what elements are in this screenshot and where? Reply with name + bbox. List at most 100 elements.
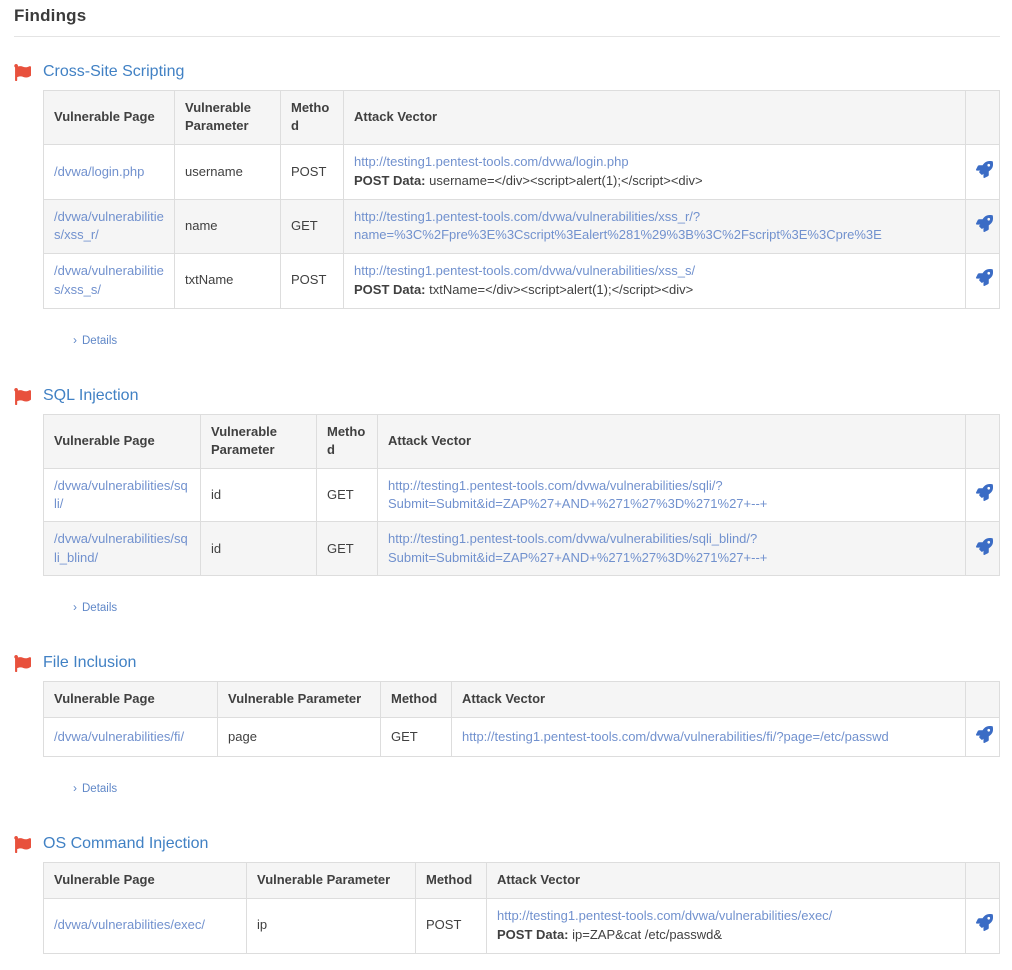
finding-section-xss: Cross-Site Scripting Vulnerable Page Vul… bbox=[14, 63, 1000, 361]
vulnerable-parameter: txtName bbox=[175, 253, 281, 308]
method: GET bbox=[381, 717, 452, 756]
col-header-vulnerable-parameter: Vulnerable Parameter bbox=[247, 863, 416, 898]
findings-table-file-inclusion: Vulnerable Page Vulnerable Parameter Met… bbox=[43, 681, 1000, 757]
col-header-vulnerable-page: Vulnerable Page bbox=[44, 863, 247, 898]
col-header-attack-vector: Attack Vector bbox=[452, 682, 966, 717]
attack-vector-link[interactable]: http://testing1.pentest-tools.com/dvwa/v… bbox=[497, 908, 832, 923]
col-header-vulnerable-parameter: Vulnerable Parameter bbox=[175, 91, 281, 145]
table-header-row: Vulnerable Page Vulnerable Parameter Met… bbox=[44, 863, 1000, 898]
post-data-label: POST Data: bbox=[497, 927, 569, 942]
flag-icon bbox=[14, 64, 31, 81]
section-header: Cross-Site Scripting bbox=[14, 63, 1000, 81]
post-data-label: POST Data: bbox=[354, 173, 426, 188]
method: POST bbox=[281, 253, 344, 308]
col-header-method: Method bbox=[381, 682, 452, 717]
method: POST bbox=[416, 898, 487, 953]
attack-vector-link[interactable]: http://testing1.pentest-tools.com/dvwa/v… bbox=[388, 478, 767, 511]
section-header: OS Command Injection bbox=[14, 835, 1000, 853]
section-header: SQL Injection bbox=[14, 387, 1000, 405]
rocket-icon[interactable] bbox=[976, 269, 993, 286]
findings-table-xss: Vulnerable Page Vulnerable Parameter Met… bbox=[43, 90, 1000, 309]
section-title-sqli[interactable]: SQL Injection bbox=[43, 387, 138, 405]
vulnerable-parameter: id bbox=[201, 468, 317, 522]
method: GET bbox=[317, 522, 378, 576]
flag-icon bbox=[14, 388, 31, 405]
method: GET bbox=[281, 199, 344, 253]
details-link[interactable]: ›Details bbox=[73, 600, 117, 614]
col-header-vulnerable-parameter: Vulnerable Parameter bbox=[201, 414, 317, 468]
table-row: /dvwa/vulnerabilities/sqli/ id GET http:… bbox=[44, 468, 1000, 522]
finding-section-file-inclusion: File Inclusion Vulnerable Page Vulnerabl… bbox=[14, 654, 1000, 809]
attack-vector-link[interactable]: http://testing1.pentest-tools.com/dvwa/v… bbox=[388, 531, 767, 564]
findings-table-os-command-injection: Vulnerable Page Vulnerable Parameter Met… bbox=[43, 862, 1000, 953]
col-header-method: Method bbox=[317, 414, 378, 468]
chevron-right-icon: › bbox=[73, 600, 77, 614]
table-row: /dvwa/login.php username POST http://tes… bbox=[44, 144, 1000, 199]
col-header-actions bbox=[966, 414, 1000, 468]
chevron-right-icon: › bbox=[73, 781, 77, 795]
details-link[interactable]: ›Details bbox=[73, 333, 117, 347]
details-link[interactable]: ›Details bbox=[73, 781, 117, 795]
finding-section-sqli: SQL Injection Vulnerable Page Vulnerable… bbox=[14, 387, 1000, 629]
vulnerable-page-link[interactable]: /dvwa/login.php bbox=[54, 164, 144, 179]
flag-icon bbox=[14, 655, 31, 672]
rocket-icon[interactable] bbox=[976, 161, 993, 178]
vulnerable-parameter: username bbox=[175, 144, 281, 199]
post-data-value: username=</div><script>alert(1);</script… bbox=[429, 173, 703, 188]
col-header-vulnerable-page: Vulnerable Page bbox=[44, 91, 175, 145]
col-header-method: Method bbox=[416, 863, 487, 898]
rocket-icon[interactable] bbox=[976, 726, 993, 743]
flag-icon bbox=[14, 836, 31, 853]
table-row: /dvwa/vulnerabilities/fi/ page GET http:… bbox=[44, 717, 1000, 756]
findings-table-sqli: Vulnerable Page Vulnerable Parameter Met… bbox=[43, 414, 1000, 577]
table-row: /dvwa/vulnerabilities/exec/ ip POST http… bbox=[44, 898, 1000, 953]
page-title: Findings bbox=[14, 6, 1000, 26]
table-header-row: Vulnerable Page Vulnerable Parameter Met… bbox=[44, 682, 1000, 717]
col-header-attack-vector: Attack Vector bbox=[487, 863, 966, 898]
col-header-actions bbox=[966, 863, 1000, 898]
section-title-file-inclusion[interactable]: File Inclusion bbox=[43, 654, 136, 672]
title-divider bbox=[14, 36, 1000, 37]
post-data-label: POST Data: bbox=[354, 282, 426, 297]
vulnerable-page-link[interactable]: /dvwa/vulnerabilities/exec/ bbox=[54, 917, 205, 932]
rocket-icon[interactable] bbox=[976, 484, 993, 501]
section-title-xss[interactable]: Cross-Site Scripting bbox=[43, 63, 184, 81]
chevron-right-icon: › bbox=[73, 333, 77, 347]
table-row: /dvwa/vulnerabilities/xss_s/ txtName POS… bbox=[44, 253, 1000, 308]
col-header-vulnerable-page: Vulnerable Page bbox=[44, 682, 218, 717]
vulnerable-page-link[interactable]: /dvwa/vulnerabilities/sqli/ bbox=[54, 478, 188, 511]
vulnerable-page-link[interactable]: /dvwa/vulnerabilities/xss_r/ bbox=[54, 209, 164, 242]
table-header-row: Vulnerable Page Vulnerable Parameter Met… bbox=[44, 414, 1000, 468]
method: GET bbox=[317, 468, 378, 522]
col-header-actions bbox=[966, 91, 1000, 145]
table-header-row: Vulnerable Page Vulnerable Parameter Met… bbox=[44, 91, 1000, 145]
vulnerable-page-link[interactable]: /dvwa/vulnerabilities/sqli_blind/ bbox=[54, 531, 188, 564]
post-data-value: txtName=</div><script>alert(1);</script>… bbox=[429, 282, 693, 297]
rocket-icon[interactable] bbox=[976, 215, 993, 232]
vulnerable-parameter: page bbox=[218, 717, 381, 756]
attack-vector-link[interactable]: http://testing1.pentest-tools.com/dvwa/l… bbox=[354, 154, 629, 169]
finding-section-os-command-injection: OS Command Injection Vulnerable Page Vul… bbox=[14, 835, 1000, 953]
table-row: /dvwa/vulnerabilities/xss_r/ name GET ht… bbox=[44, 199, 1000, 253]
col-header-vulnerable-parameter: Vulnerable Parameter bbox=[218, 682, 381, 717]
vulnerable-parameter: id bbox=[201, 522, 317, 576]
attack-vector-link[interactable]: http://testing1.pentest-tools.com/dvwa/v… bbox=[462, 729, 889, 744]
attack-vector-link[interactable]: http://testing1.pentest-tools.com/dvwa/v… bbox=[354, 209, 882, 242]
table-row: /dvwa/vulnerabilities/sqli_blind/ id GET… bbox=[44, 522, 1000, 576]
col-header-vulnerable-page: Vulnerable Page bbox=[44, 414, 201, 468]
col-header-actions bbox=[966, 682, 1000, 717]
vulnerable-parameter: ip bbox=[247, 898, 416, 953]
vulnerable-page-link[interactable]: /dvwa/vulnerabilities/fi/ bbox=[54, 729, 184, 744]
rocket-icon[interactable] bbox=[976, 538, 993, 555]
vulnerable-page-link[interactable]: /dvwa/vulnerabilities/xss_s/ bbox=[54, 263, 164, 296]
rocket-icon[interactable] bbox=[976, 914, 993, 931]
vulnerable-parameter: name bbox=[175, 199, 281, 253]
attack-vector-link[interactable]: http://testing1.pentest-tools.com/dvwa/v… bbox=[354, 263, 695, 278]
col-header-attack-vector: Attack Vector bbox=[378, 414, 966, 468]
section-title-os-command-injection[interactable]: OS Command Injection bbox=[43, 835, 208, 853]
section-header: File Inclusion bbox=[14, 654, 1000, 672]
post-data-value: ip=ZAP&cat /etc/passwd& bbox=[572, 927, 722, 942]
col-header-method: Method bbox=[281, 91, 344, 145]
col-header-attack-vector: Attack Vector bbox=[344, 91, 966, 145]
method: POST bbox=[281, 144, 344, 199]
